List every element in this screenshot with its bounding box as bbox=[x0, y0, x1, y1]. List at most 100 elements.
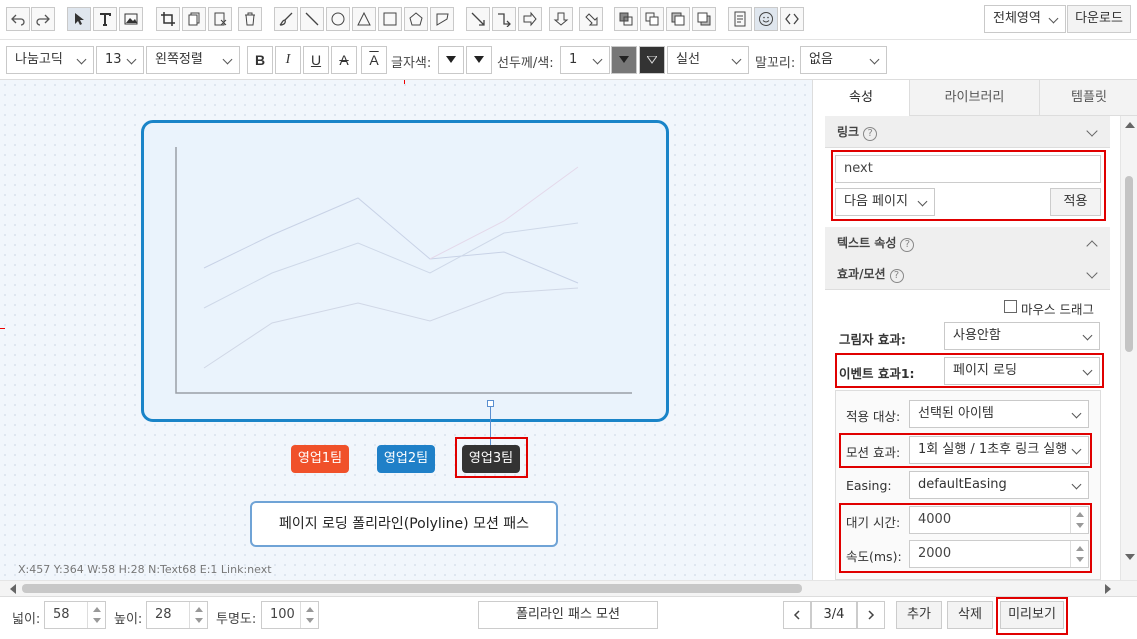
help-icon[interactable]: ? bbox=[889, 269, 904, 283]
add-page-button[interactable]: 추가 bbox=[896, 601, 942, 629]
strike-button[interactable]: A bbox=[331, 46, 357, 74]
line-style-select[interactable]: 실선 bbox=[667, 46, 749, 74]
opacity-input[interactable]: 100 bbox=[261, 601, 319, 629]
tail-select[interactable]: 없음 bbox=[800, 46, 887, 74]
arrow-right-icon[interactable] bbox=[518, 7, 542, 31]
circle-icon[interactable] bbox=[326, 7, 350, 31]
elbow-line-icon[interactable] bbox=[492, 7, 516, 31]
triangle-icon[interactable] bbox=[352, 7, 376, 31]
crop-icon[interactable] bbox=[156, 7, 180, 31]
link-section-header[interactable]: 링크? bbox=[825, 116, 1110, 148]
tab-properties[interactable]: 속성 bbox=[813, 80, 909, 116]
undo-icon[interactable] bbox=[6, 7, 30, 31]
text-section-header[interactable]: 텍스트 속성? bbox=[825, 227, 1110, 259]
wait-input[interactable]: 4000 bbox=[909, 506, 1089, 534]
horizontal-scrollbar[interactable] bbox=[0, 580, 1137, 596]
send-back-icon[interactable] bbox=[640, 7, 664, 31]
motion-path-handle[interactable] bbox=[487, 400, 494, 407]
editor-canvas[interactable]: 영업1팀 영업2팀 영업3팀 페이지 로딩 폴리라인(Polyline) 모션 … bbox=[0, 80, 812, 580]
line-label: 선두께/색: bbox=[497, 56, 554, 71]
download-button[interactable]: 다운로드 bbox=[1067, 5, 1131, 33]
target-select[interactable]: 선택된 아이템 bbox=[909, 400, 1089, 428]
redo-icon[interactable] bbox=[31, 7, 55, 31]
page-title-field[interactable]: 폴리라인 패스 모션 bbox=[478, 601, 658, 629]
polyline-icon[interactable] bbox=[430, 7, 454, 31]
trash-icon[interactable] bbox=[238, 7, 262, 31]
send-backward-icon[interactable] bbox=[692, 7, 716, 31]
arrow-diagonal-icon[interactable] bbox=[579, 7, 603, 31]
tab-template[interactable]: 템플릿 bbox=[1039, 80, 1137, 116]
css-icon[interactable] bbox=[728, 7, 752, 31]
line-icon[interactable] bbox=[300, 7, 324, 31]
speed-stepper[interactable] bbox=[1070, 541, 1088, 567]
brush-icon[interactable] bbox=[274, 7, 298, 31]
text-color-dropdown[interactable] bbox=[466, 46, 492, 74]
panel-scroll-thumb[interactable] bbox=[1125, 176, 1133, 352]
link-type-select[interactable]: 다음 페이지 bbox=[835, 188, 935, 216]
arrow-line-icon[interactable] bbox=[466, 7, 490, 31]
width-input[interactable]: 58 bbox=[44, 601, 106, 629]
text-color-button[interactable] bbox=[438, 46, 464, 74]
font-select[interactable]: 나눔고딕 bbox=[6, 46, 94, 74]
preview-button[interactable]: 미리보기 bbox=[1000, 601, 1064, 629]
square-icon[interactable] bbox=[378, 7, 402, 31]
text-section-title: 텍스트 속성 bbox=[837, 236, 897, 250]
panel-scrollbar[interactable] bbox=[1120, 116, 1137, 580]
scroll-up-icon[interactable] bbox=[1125, 122, 1135, 128]
scroll-down-icon[interactable] bbox=[1125, 554, 1135, 560]
code-icon[interactable] bbox=[780, 7, 804, 31]
easing-select[interactable]: defaultEasing bbox=[909, 471, 1089, 499]
team-button-1[interactable]: 영업1팀 bbox=[291, 445, 349, 473]
link-input[interactable]: next bbox=[835, 155, 1101, 183]
next-page-button[interactable] bbox=[857, 601, 885, 629]
caption-box[interactable]: 페이지 로딩 폴리라인(Polyline) 모션 패스 bbox=[250, 501, 558, 547]
delete-page-button[interactable]: 삭제 bbox=[947, 601, 993, 629]
copy-icon[interactable] bbox=[182, 7, 206, 31]
area-select[interactable]: 전체영역 bbox=[984, 5, 1066, 33]
chart-frame[interactable] bbox=[141, 120, 669, 422]
team-button-2[interactable]: 영업2팀 bbox=[377, 445, 435, 473]
apply-button[interactable]: 적용 bbox=[1050, 188, 1101, 216]
italic-button[interactable]: I bbox=[275, 46, 301, 74]
height-stepper[interactable] bbox=[189, 602, 207, 628]
prev-page-button[interactable] bbox=[783, 601, 811, 629]
effect-section-header[interactable]: 효과/모션? bbox=[825, 258, 1110, 290]
line-color-button[interactable] bbox=[611, 46, 637, 74]
opacity-stepper[interactable] bbox=[300, 602, 318, 628]
bring-forward-icon[interactable] bbox=[666, 7, 690, 31]
delete-copy-icon[interactable] bbox=[208, 7, 232, 31]
ruler-marker-left bbox=[0, 328, 5, 329]
motion-select[interactable]: 1회 실행 / 1초후 링크 실행 bbox=[909, 436, 1089, 464]
line-color-dropdown[interactable] bbox=[639, 46, 665, 74]
underline-button[interactable]: U bbox=[303, 46, 329, 74]
text-color-label: 글자색: bbox=[391, 56, 432, 71]
overline-button[interactable]: A bbox=[361, 46, 387, 74]
pointer-icon[interactable] bbox=[67, 7, 91, 31]
tail-label: 말꼬리: bbox=[755, 56, 796, 71]
help-icon[interactable]: ? bbox=[900, 238, 915, 252]
align-select[interactable]: 왼쪽정렬 bbox=[146, 46, 240, 74]
pentagon-icon[interactable] bbox=[404, 7, 428, 31]
chevron-down-icon bbox=[1086, 125, 1098, 137]
scroll-right-icon[interactable] bbox=[1105, 584, 1111, 594]
horizontal-scroll-thumb[interactable] bbox=[22, 584, 802, 593]
text-icon[interactable] bbox=[93, 7, 117, 31]
bring-front-icon[interactable] bbox=[614, 7, 638, 31]
speed-input[interactable]: 2000 bbox=[909, 540, 1089, 568]
tab-library[interactable]: 라이브러리 bbox=[909, 80, 1039, 116]
font-size-select[interactable]: 13 bbox=[96, 46, 144, 74]
scroll-left-icon[interactable] bbox=[10, 584, 16, 594]
event-select[interactable]: 페이지 로딩 bbox=[944, 357, 1100, 385]
height-input[interactable]: 28 bbox=[146, 601, 208, 629]
wait-stepper[interactable] bbox=[1070, 507, 1088, 533]
help-icon[interactable]: ? bbox=[863, 127, 878, 141]
image-icon[interactable] bbox=[119, 7, 143, 31]
arrow-down-icon[interactable] bbox=[549, 7, 573, 31]
page-indicator: 3/4 bbox=[811, 601, 857, 629]
width-stepper[interactable] bbox=[87, 602, 105, 628]
shadow-select[interactable]: 사용안함 bbox=[944, 322, 1100, 350]
bold-button[interactable]: B bbox=[247, 46, 273, 74]
line-width-select[interactable]: 1 bbox=[560, 46, 610, 74]
mouse-drag-checkbox[interactable] bbox=[1004, 300, 1017, 313]
emoji-icon[interactable] bbox=[754, 7, 778, 31]
